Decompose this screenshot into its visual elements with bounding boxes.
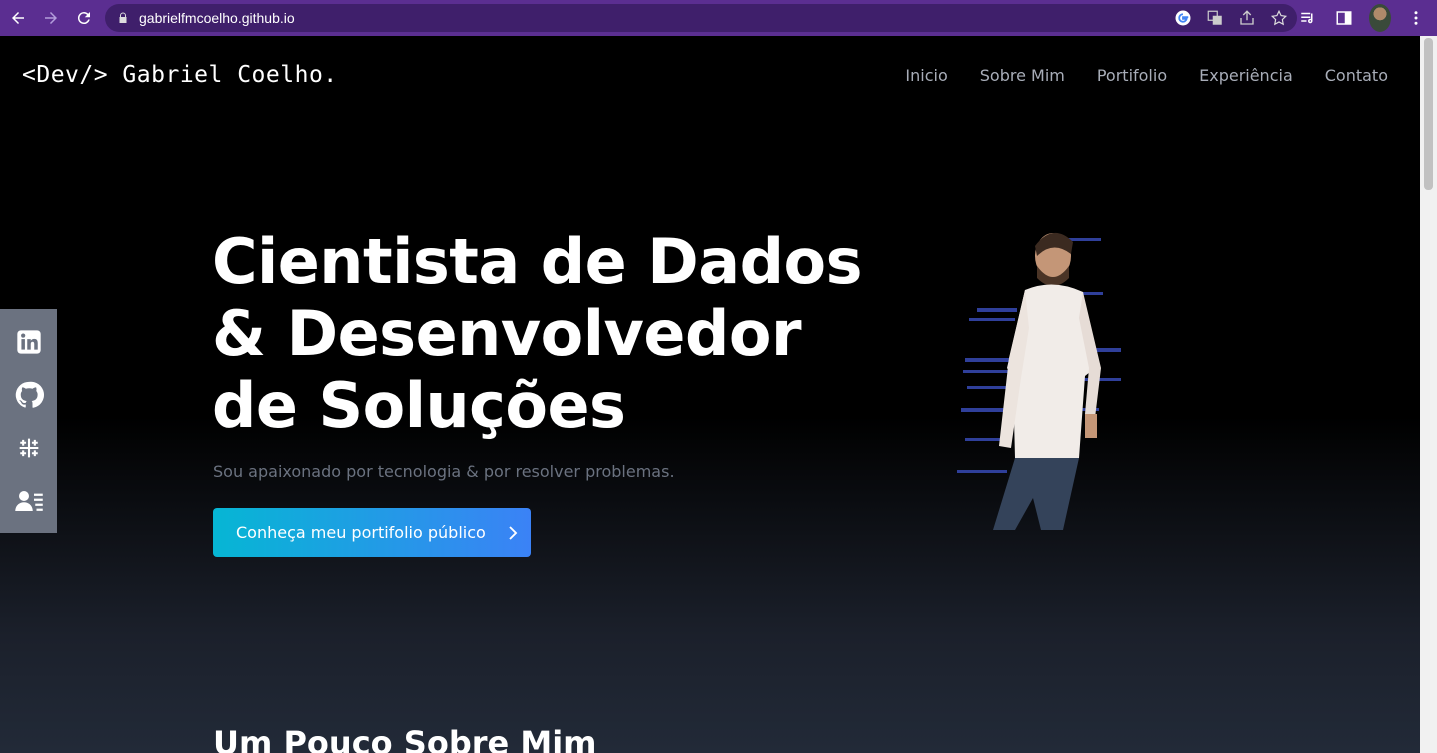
reload-icon bbox=[77, 12, 90, 25]
hero-title: Cientista de Dados & Desenvolvedor de So… bbox=[212, 226, 912, 442]
browser-toolbar: gabrielfmcoelho.github.io bbox=[0, 0, 1437, 36]
page-viewport: <Dev/> Gabriel Coelho. Inicio Sobre Mim … bbox=[0, 36, 1420, 753]
portfolio-cta-button[interactable]: Conheça meu portifolio público bbox=[213, 508, 531, 557]
resume-icon[interactable] bbox=[13, 485, 45, 517]
social-sidebar bbox=[0, 309, 57, 533]
page-scrollbar[interactable] bbox=[1420, 36, 1437, 753]
media-control-icon[interactable] bbox=[1297, 4, 1319, 32]
hero-title-line1: Cientista de Dados bbox=[212, 225, 863, 298]
scrollbar-thumb[interactable] bbox=[1424, 38, 1433, 190]
hero-title-line3: de Soluções bbox=[212, 369, 626, 442]
back-arrow-icon bbox=[12, 12, 24, 24]
tableau-icon[interactable] bbox=[13, 432, 45, 464]
site-logo[interactable]: <Dev/> Gabriel Coelho. bbox=[22, 62, 338, 88]
url-text: gabrielfmcoelho.github.io bbox=[139, 10, 295, 26]
translate-icon[interactable] bbox=[1205, 8, 1225, 28]
hero-subtitle: Sou apaixonado por tecnologia & por reso… bbox=[213, 462, 675, 481]
menu-kebab-icon[interactable] bbox=[1405, 4, 1427, 32]
nav-contato[interactable]: Contato bbox=[1325, 66, 1388, 85]
forward-button[interactable] bbox=[36, 3, 66, 33]
forward-arrow-icon bbox=[45, 12, 57, 24]
google-icon[interactable] bbox=[1173, 8, 1193, 28]
linkedin-icon[interactable] bbox=[13, 326, 45, 358]
address-bar[interactable]: gabrielfmcoelho.github.io bbox=[105, 4, 1297, 32]
nav-sobre-mim[interactable]: Sobre Mim bbox=[980, 66, 1065, 85]
nav-portifolio[interactable]: Portifolio bbox=[1097, 66, 1167, 85]
github-icon[interactable] bbox=[13, 379, 45, 411]
nav-inicio[interactable]: Inicio bbox=[905, 66, 947, 85]
profile-avatar[interactable] bbox=[1369, 4, 1391, 32]
profile-photo bbox=[957, 232, 1121, 530]
back-button[interactable] bbox=[3, 3, 33, 33]
hero-title-line2: & Desenvolvedor bbox=[212, 297, 802, 370]
chevron-right-icon bbox=[504, 524, 522, 542]
bookmark-star-icon[interactable] bbox=[1269, 8, 1289, 28]
share-icon[interactable] bbox=[1237, 8, 1257, 28]
nav-experiencia[interactable]: Experiência bbox=[1199, 66, 1293, 85]
side-panel-icon[interactable] bbox=[1333, 4, 1355, 32]
cta-label: Conheça meu portifolio público bbox=[236, 523, 486, 542]
section-title-about: Um Pouco Sobre Mim bbox=[213, 724, 597, 753]
reload-button[interactable] bbox=[69, 3, 99, 33]
lock-icon bbox=[117, 11, 131, 25]
main-nav: Inicio Sobre Mim Portifolio Experiência … bbox=[905, 66, 1388, 85]
